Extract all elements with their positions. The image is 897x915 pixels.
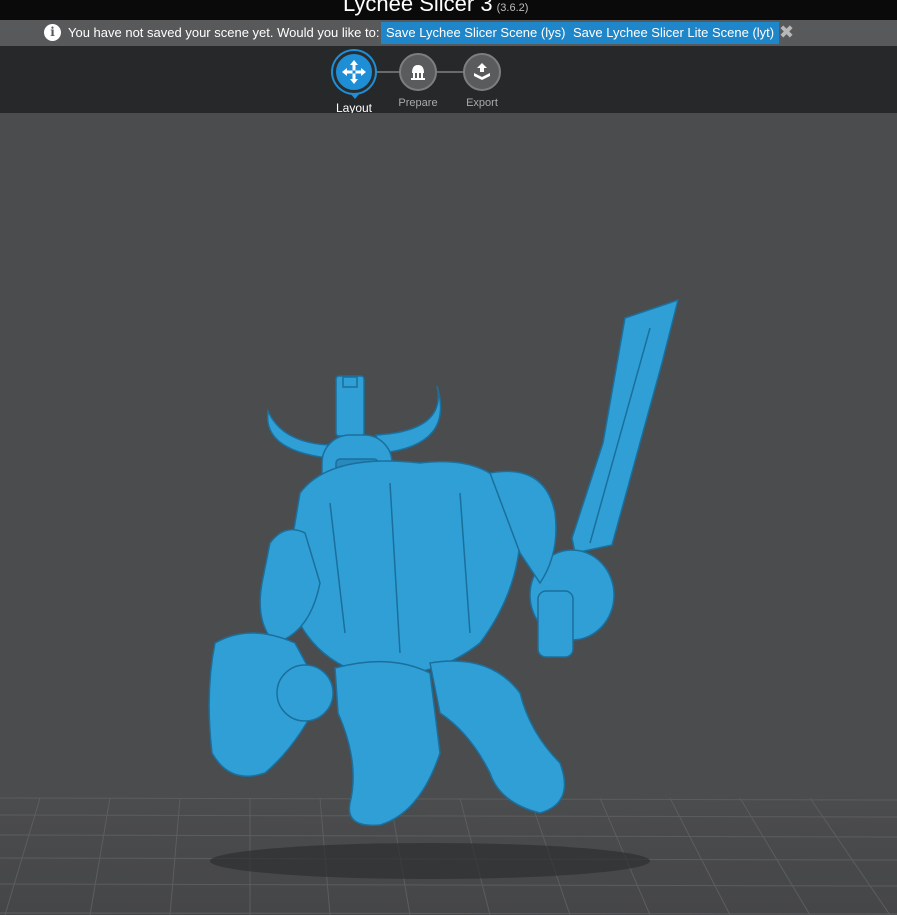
build-plate	[0, 797, 897, 915]
unsaved-scene-notice: i You have not saved your scene yet. Wou…	[0, 20, 897, 46]
app-title-text: Lychee Slicer 3	[343, 0, 493, 16]
info-icon: i	[44, 24, 61, 41]
app-version: (3.6.2)	[496, 2, 529, 14]
workflow-steps: Layout Prepare Export	[0, 46, 897, 115]
3d-model[interactable]	[208, 298, 680, 827]
title-bar: Lychee Slicer 3 (3.6.2)	[0, 0, 897, 20]
step-label: Prepare	[398, 97, 438, 109]
layout-step-circle	[333, 51, 375, 99]
save-lyt-button[interactable]: Save Lychee Slicer Lite Scene (lyt)	[568, 22, 780, 44]
tab-prepare[interactable]: Prepare	[386, 53, 450, 109]
app-title: Lychee Slicer 3 (3.6.2)	[343, 0, 528, 17]
tab-export[interactable]: Export	[450, 53, 514, 109]
tab-layout[interactable]: Layout	[322, 51, 386, 115]
prepare-step-circle	[399, 53, 437, 91]
step-label: Export	[466, 97, 498, 109]
export-step-circle	[463, 53, 501, 91]
export-icon	[474, 63, 490, 80]
3d-viewport[interactable]	[0, 113, 897, 915]
notice-message: You have not saved your scene yet. Would…	[68, 25, 380, 40]
move-arrows-icon	[342, 60, 366, 84]
close-icon[interactable]: ✖	[779, 22, 794, 42]
supports-icon	[411, 65, 425, 80]
scene-canvas[interactable]	[0, 113, 897, 915]
save-lys-button[interactable]: Save Lychee Slicer Scene (lys)	[381, 22, 571, 44]
